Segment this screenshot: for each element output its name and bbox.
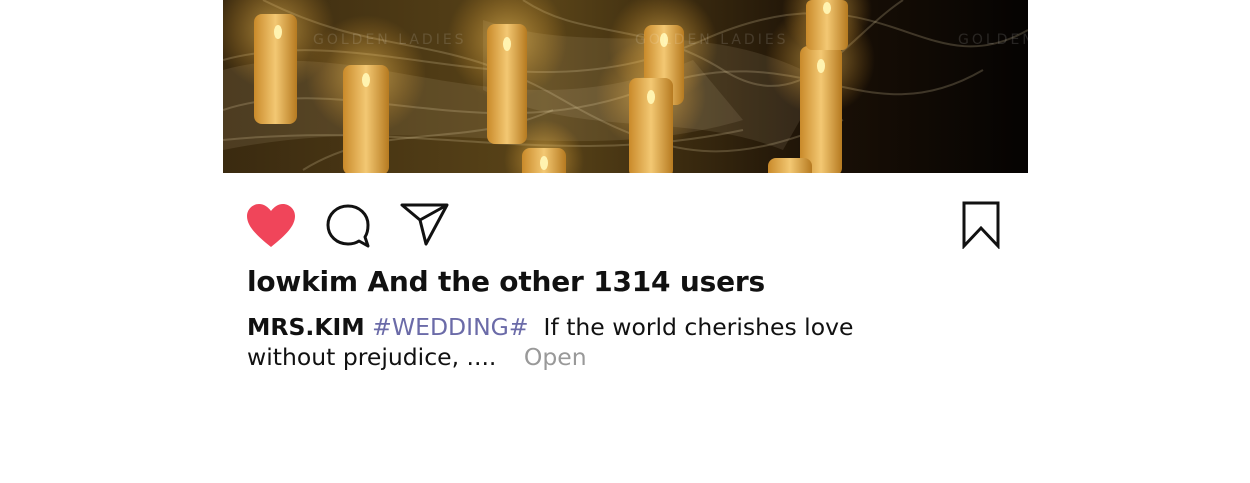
caption-open-link[interactable]: Open: [524, 343, 587, 371]
post-photo[interactable]: GOLDEN LADIES GOLDEN LADIES GOLDEN LADIE…: [223, 0, 1028, 173]
bookmark-icon[interactable]: [961, 201, 1001, 249]
heart-icon[interactable]: [246, 203, 296, 249]
caption-hashtag[interactable]: #WEDDING#: [372, 313, 528, 341]
svg-text:GOLDEN LADIES: GOLDEN LADIES: [635, 32, 789, 48]
comment-icon[interactable]: [325, 203, 371, 249]
post-actions-bar: [223, 197, 1028, 253]
caption-username[interactable]: MRS.KIM: [247, 313, 365, 341]
post-caption: MRS.KIM #WEDDING# If the world cherishes…: [247, 312, 947, 372]
svg-text:GOLDEN LADIES: GOLDEN LADIES: [958, 32, 1028, 48]
feed-post: GOLDEN LADIES GOLDEN LADIES GOLDEN LADIE…: [223, 0, 1028, 483]
svg-text:GOLDEN LADIES: GOLDEN LADIES: [313, 32, 467, 48]
paper-plane-icon[interactable]: [400, 201, 450, 247]
candles-photo: GOLDEN LADIES GOLDEN LADIES GOLDEN LADIE…: [223, 0, 1028, 173]
likes-summary[interactable]: lowkim And the other 1314 users: [247, 265, 765, 298]
